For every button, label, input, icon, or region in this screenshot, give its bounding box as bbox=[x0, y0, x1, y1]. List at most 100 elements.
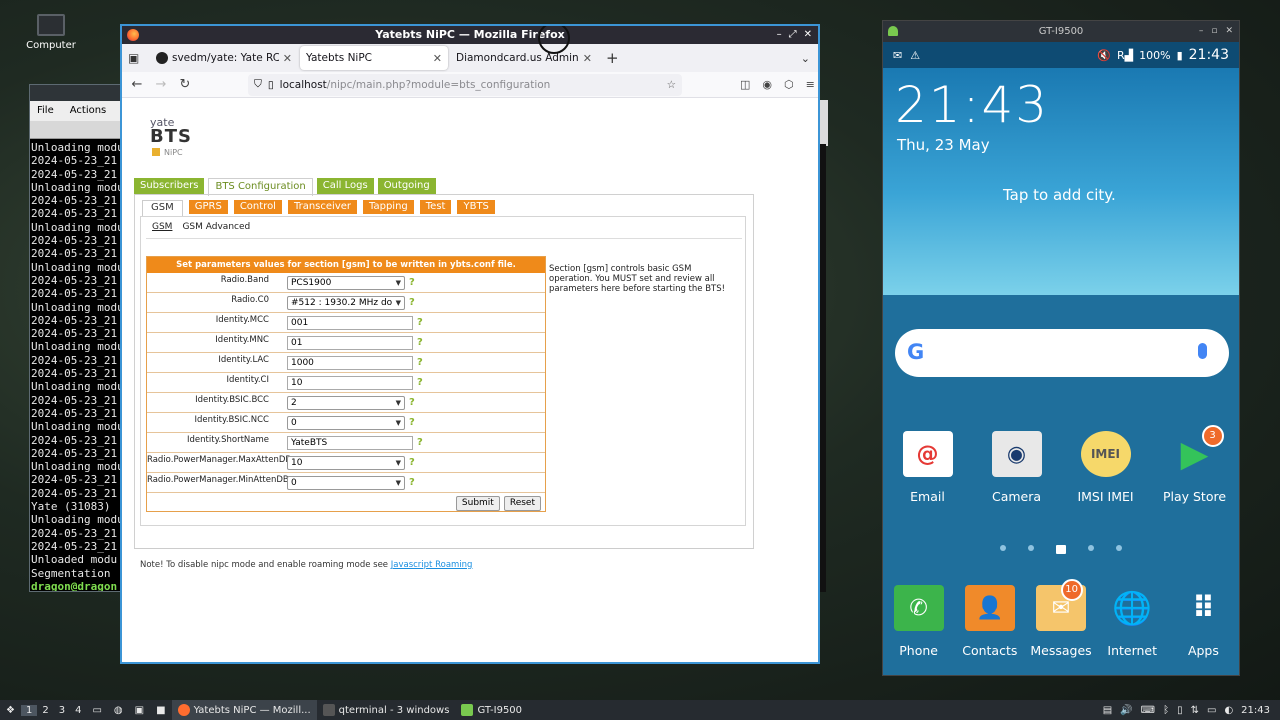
app-email[interactable]: @ Email bbox=[885, 431, 971, 504]
show-desktop-icon[interactable]: ■ bbox=[150, 700, 171, 720]
desktop-computer-icon[interactable]: Computer bbox=[20, 14, 82, 51]
app-phone[interactable]: ✆ Phone bbox=[883, 585, 954, 658]
subtab-gsm[interactable]: GSM bbox=[142, 200, 183, 216]
tab-close-icon[interactable]: ✕ bbox=[433, 52, 442, 65]
field-input[interactable]: 01 bbox=[287, 335, 413, 350]
field-select[interactable]: 0 ▼ bbox=[287, 475, 405, 490]
app-internet[interactable]: 🌐 Internet bbox=[1097, 585, 1168, 658]
terminal-menu-file[interactable]: File bbox=[37, 105, 54, 117]
javascript-roaming-link[interactable]: Javascript Roaming bbox=[391, 560, 473, 570]
field-input[interactable]: 001 bbox=[287, 315, 413, 330]
menu-icon[interactable]: ≡ bbox=[806, 78, 815, 91]
chevron-down-icon[interactable]: ⌄ bbox=[801, 52, 810, 65]
app-apps[interactable]: ⠿ Apps bbox=[1168, 585, 1239, 659]
tab-yatebts[interactable]: Yatebts NiPC ✕ bbox=[300, 46, 448, 70]
close-icon[interactable]: ✕ bbox=[1225, 21, 1233, 42]
shield-icon[interactable]: ⛉ bbox=[254, 78, 262, 91]
home-page-icon[interactable] bbox=[1056, 545, 1066, 554]
firefox-launcher-icon[interactable]: ◍ bbox=[108, 700, 129, 720]
submit-button[interactable]: Submit bbox=[455, 496, 500, 511]
close-icon[interactable]: ✕ bbox=[804, 26, 812, 44]
network-icon[interactable]: ⇅ bbox=[1191, 705, 1199, 716]
help-icon[interactable]: ? bbox=[409, 477, 415, 488]
new-tab-icon[interactable]: + bbox=[606, 49, 619, 67]
field-input[interactable]: 10 bbox=[287, 375, 413, 390]
phone-titlebar[interactable]: GT-I9500 – ▫ ✕ bbox=[883, 21, 1239, 42]
app-imsi-imei[interactable]: IMEI IMSI IMEI bbox=[1063, 431, 1149, 504]
subtab-gprs[interactable]: GPRS bbox=[188, 200, 228, 214]
tab-subscribers[interactable]: Subscribers bbox=[134, 178, 205, 194]
tab-outgoing[interactable]: Outgoing bbox=[377, 178, 436, 194]
help-icon[interactable]: ? bbox=[417, 437, 423, 448]
volume-icon[interactable]: 🔊 bbox=[1120, 705, 1132, 716]
extensions-icon[interactable]: ⬡ bbox=[784, 78, 794, 91]
firefox-titlebar[interactable]: Yatebts NiPC — Mozilla Firefox – ⤢ ✕ bbox=[122, 26, 818, 54]
workspace-4[interactable]: 4 bbox=[70, 705, 86, 716]
help-icon[interactable]: ? bbox=[409, 457, 415, 468]
app-play-store[interactable]: ▶ 3 Play Store bbox=[1152, 425, 1238, 504]
weather-widget[interactable]: 21:43 Thu, 23 May Tap to add city. bbox=[883, 68, 1239, 295]
field-select[interactable]: PCS1900 ▼ bbox=[287, 275, 405, 290]
help-icon[interactable]: ? bbox=[409, 277, 415, 288]
help-icon[interactable]: ? bbox=[409, 297, 415, 308]
tray-app-icon[interactable]: ◐ bbox=[1224, 705, 1233, 716]
google-search-bar[interactable]: G bbox=[895, 329, 1229, 377]
tray-icon[interactable]: ▤ bbox=[1103, 705, 1112, 716]
tab-close-icon[interactable]: ✕ bbox=[583, 52, 592, 65]
subtab-tapping[interactable]: Tapping bbox=[363, 200, 414, 214]
page-dot[interactable] bbox=[1116, 545, 1122, 551]
field-select[interactable]: 2 ▼ bbox=[287, 395, 405, 410]
taskbar-phone[interactable]: GT-I9500 bbox=[455, 700, 528, 720]
field-select[interactable]: #512 : 1930.2 MHz do ▼ bbox=[287, 295, 405, 310]
minimize-icon[interactable]: – bbox=[1199, 21, 1204, 42]
page-dot[interactable] bbox=[1088, 545, 1094, 551]
taskbar-qterminal[interactable]: qterminal - 3 windows bbox=[317, 700, 456, 720]
tab-close-icon[interactable]: ✕ bbox=[283, 52, 292, 65]
file-manager-icon[interactable]: ▭ bbox=[86, 700, 107, 720]
keyboard-icon[interactable]: ⌨ bbox=[1141, 705, 1155, 716]
help-icon[interactable]: ? bbox=[417, 357, 423, 368]
back-icon[interactable]: ← bbox=[130, 77, 144, 92]
workspace-1[interactable]: 1 bbox=[20, 704, 38, 716]
app-messages[interactable]: ✉ 10 Messages bbox=[1025, 579, 1096, 658]
subtab-ybts[interactable]: YBTS bbox=[457, 200, 495, 214]
tap-to-add-city[interactable]: Tap to add city. bbox=[1003, 186, 1116, 204]
terminal-launcher-icon[interactable]: ▣ bbox=[129, 700, 150, 720]
forward-icon[interactable]: → bbox=[154, 77, 168, 92]
url-bar[interactable]: ⛉ ▯ localhost/nipc/main.php?module=bts_c… bbox=[248, 73, 682, 96]
terminal-window[interactable]: File Actions E Unloading modu2024-05-23_… bbox=[29, 84, 129, 592]
subtab-test[interactable]: Test bbox=[419, 200, 452, 214]
tab-list-icon[interactable]: ▣ bbox=[128, 51, 150, 65]
terminal-titlebar[interactable] bbox=[30, 85, 128, 101]
bookmark-star-icon[interactable]: ☆ bbox=[667, 79, 676, 91]
reload-icon[interactable]: ↻ bbox=[178, 77, 192, 92]
maximize-icon[interactable]: ▫ bbox=[1211, 21, 1217, 42]
tab-diamondcard[interactable]: Diamondcard.us Administra ✕ bbox=[450, 46, 598, 70]
field-select[interactable]: 10 ▼ bbox=[287, 455, 405, 470]
terminal-menu-actions[interactable]: Actions bbox=[70, 105, 107, 117]
terminal-tab[interactable] bbox=[30, 121, 128, 139]
help-icon[interactable]: ? bbox=[417, 337, 423, 348]
section-tab-gsm[interactable]: GSM bbox=[152, 222, 172, 232]
help-icon[interactable]: ? bbox=[409, 417, 415, 428]
workspace-2[interactable]: 2 bbox=[37, 705, 53, 716]
minimize-icon[interactable]: – bbox=[777, 26, 782, 44]
tab-github[interactable]: svedm/yate: Yate RC2 fo ✕ bbox=[150, 46, 298, 70]
help-icon[interactable]: ? bbox=[409, 397, 415, 408]
phone-emulator-window[interactable]: GT-I9500 – ▫ ✕ ✉ ⚠ 🔇 R▟ 100% ▮ 21:43 21:… bbox=[882, 20, 1240, 676]
clipboard-icon[interactable]: ▯ bbox=[1177, 705, 1183, 716]
start-menu-icon[interactable]: ❖ bbox=[0, 700, 21, 720]
tab-call-logs[interactable]: Call Logs bbox=[316, 178, 374, 194]
field-select[interactable]: 0 ▼ bbox=[287, 415, 405, 430]
help-icon[interactable]: ? bbox=[417, 377, 423, 388]
maximize-icon[interactable]: ⤢ bbox=[789, 26, 797, 44]
app-contacts[interactable]: 👤 Contacts bbox=[954, 585, 1025, 658]
page-dot[interactable] bbox=[1028, 545, 1034, 551]
reset-button[interactable]: Reset bbox=[503, 496, 541, 511]
microphone-icon[interactable] bbox=[1198, 343, 1207, 359]
subtab-control[interactable]: Control bbox=[233, 200, 282, 214]
display-icon[interactable]: ▭ bbox=[1207, 705, 1216, 716]
app-camera[interactable]: ◉ Camera bbox=[974, 431, 1060, 504]
field-input[interactable]: 1000 bbox=[287, 355, 413, 370]
taskbar-firefox[interactable]: Yatebts NiPC — Mozill... bbox=[171, 700, 317, 720]
